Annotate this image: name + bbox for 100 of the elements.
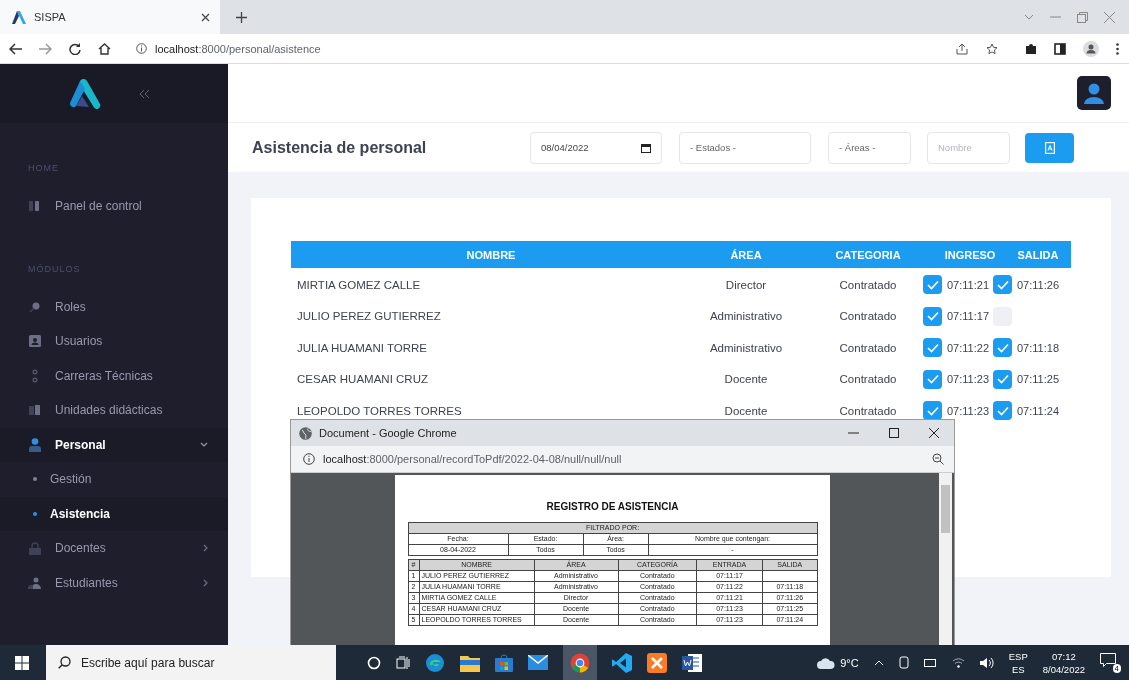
checkbox[interactable] xyxy=(923,338,942,358)
table-cell: Director xyxy=(725,278,767,291)
date-field[interactable]: 08/04/2022 xyxy=(530,131,662,164)
name-field[interactable]: Nombre xyxy=(927,131,1010,164)
check-icon xyxy=(926,405,939,416)
calendar-icon[interactable] xyxy=(641,142,651,153)
sidebar-item[interactable]: Usuarios xyxy=(0,324,228,359)
dashboard-icon xyxy=(28,200,42,213)
share-icon[interactable] xyxy=(956,42,968,55)
caret-up-icon[interactable] xyxy=(873,659,884,666)
window-title: Document - Google Chrome xyxy=(319,427,457,439)
table-cell: Administrativo xyxy=(709,341,783,354)
section-label: HOME xyxy=(27,162,60,175)
chrome-icon[interactable] xyxy=(570,652,590,673)
clock[interactable]: 07:12 8/04/2022 xyxy=(1042,649,1085,676)
table-cell: CESAR HUAMANI CRUZ xyxy=(297,373,428,386)
folder-icon[interactable] xyxy=(460,653,480,672)
battery-icon[interactable] xyxy=(923,658,937,667)
table-cell: Contratado xyxy=(839,404,897,417)
speaker-icon[interactable] xyxy=(979,656,994,669)
task-view-icon[interactable] xyxy=(396,655,410,670)
check-icon xyxy=(996,342,1009,353)
star-icon[interactable] xyxy=(986,42,998,55)
time-text: 07:11:24 xyxy=(1017,404,1059,417)
time-text: 07:11:26 xyxy=(1017,278,1059,291)
wifi-icon[interactable] xyxy=(951,657,965,668)
column-header: ÁREA xyxy=(729,248,763,261)
table-cell: Docente xyxy=(724,373,768,386)
close-icon[interactable] xyxy=(201,12,210,22)
pdf-icon xyxy=(1044,141,1055,154)
back-icon[interactable] xyxy=(9,42,22,55)
check-icon xyxy=(996,279,1009,290)
sidebar-item[interactable]: Estudiantes xyxy=(0,565,228,600)
check-icon xyxy=(996,405,1009,416)
maximize-icon[interactable] xyxy=(889,428,899,438)
temperature-text: 9°C xyxy=(840,656,859,669)
book-icon xyxy=(28,405,42,416)
url-field[interactable]: localhost:8000/personal/asistence xyxy=(155,42,321,55)
checkbox[interactable] xyxy=(923,306,942,326)
windows-start-icon[interactable] xyxy=(15,655,29,670)
checkbox[interactable] xyxy=(993,401,1012,421)
info-icon xyxy=(303,453,315,465)
table-cell: Contratado xyxy=(839,310,897,323)
checkbox[interactable] xyxy=(993,369,1012,389)
zoom-icon[interactable] xyxy=(932,453,944,465)
scrollbar[interactable] xyxy=(939,473,952,645)
user-avatar-icon[interactable] xyxy=(1077,76,1111,110)
sidebar-item[interactable]: Roles xyxy=(0,289,228,324)
new-tab-icon[interactable] xyxy=(236,11,247,23)
sidebar-item[interactable]: Unidades didácticas xyxy=(0,393,228,428)
word-icon[interactable] xyxy=(682,653,702,672)
restore-icon[interactable] xyxy=(1077,11,1088,23)
info-icon[interactable] xyxy=(136,43,147,54)
sidebar-subitem[interactable]: Asistencia xyxy=(0,496,228,531)
table-cell: Docente xyxy=(724,404,768,417)
language-indicator[interactable]: ESP ES xyxy=(1008,649,1028,676)
checkbox[interactable] xyxy=(923,275,942,295)
side-panel-icon[interactable] xyxy=(1054,42,1066,55)
group-icon xyxy=(28,576,42,589)
estado-select[interactable]: - Estados - xyxy=(679,131,811,164)
key-icon xyxy=(28,300,42,313)
pdf-button[interactable] xyxy=(1025,132,1074,163)
check-icon xyxy=(996,374,1009,385)
home-icon[interactable] xyxy=(98,42,111,55)
sidebar-item[interactable]: Docentes xyxy=(0,531,228,566)
forward-icon[interactable] xyxy=(39,42,52,55)
close-icon[interactable] xyxy=(929,428,939,438)
table-cell: Contratado xyxy=(839,341,897,354)
code-editor-icon[interactable] xyxy=(612,652,632,673)
cloud-icon xyxy=(817,656,836,669)
sidebar-item[interactable]: Carreras Técnicas xyxy=(0,358,228,393)
check-icon xyxy=(926,374,939,385)
collapse-icon[interactable] xyxy=(139,88,150,99)
edge-icon[interactable] xyxy=(425,652,445,673)
check-icon xyxy=(926,279,939,290)
sidebar-item[interactable]: Panel de control xyxy=(0,189,228,224)
checkbox[interactable] xyxy=(993,338,1012,358)
xampp-icon[interactable] xyxy=(647,652,667,673)
check-icon xyxy=(926,311,939,322)
checkbox[interactable] xyxy=(993,275,1012,295)
table-cell: MIRTIA GOMEZ CALLE xyxy=(297,278,421,291)
search-field[interactable]: Escribe aquí para buscar xyxy=(46,645,336,680)
time-text: 07:11:23 xyxy=(947,404,989,417)
bullet-icon xyxy=(33,477,37,482)
table-cell: Contratado xyxy=(839,373,897,386)
menu-icon[interactable] xyxy=(1116,42,1119,55)
caret-icon[interactable] xyxy=(1024,14,1034,20)
user-card-icon xyxy=(28,335,42,348)
mail-icon[interactable] xyxy=(528,655,548,670)
sidebar-subitem[interactable]: Gestión xyxy=(0,462,228,497)
document-title: REGISTRO DE ASISTENCIA xyxy=(546,501,679,512)
cortana-icon[interactable] xyxy=(367,655,381,670)
sidebar-item[interactable]: Personal xyxy=(0,427,228,462)
reload-icon[interactable] xyxy=(69,42,81,55)
area-select[interactable]: - Áreas - xyxy=(828,131,911,164)
checkbox[interactable] xyxy=(923,369,942,389)
profile-icon[interactable] xyxy=(1083,40,1099,57)
lock-icon xyxy=(28,541,42,555)
time-text: 07:11:25 xyxy=(1017,373,1059,386)
store-icon[interactable] xyxy=(495,653,513,672)
